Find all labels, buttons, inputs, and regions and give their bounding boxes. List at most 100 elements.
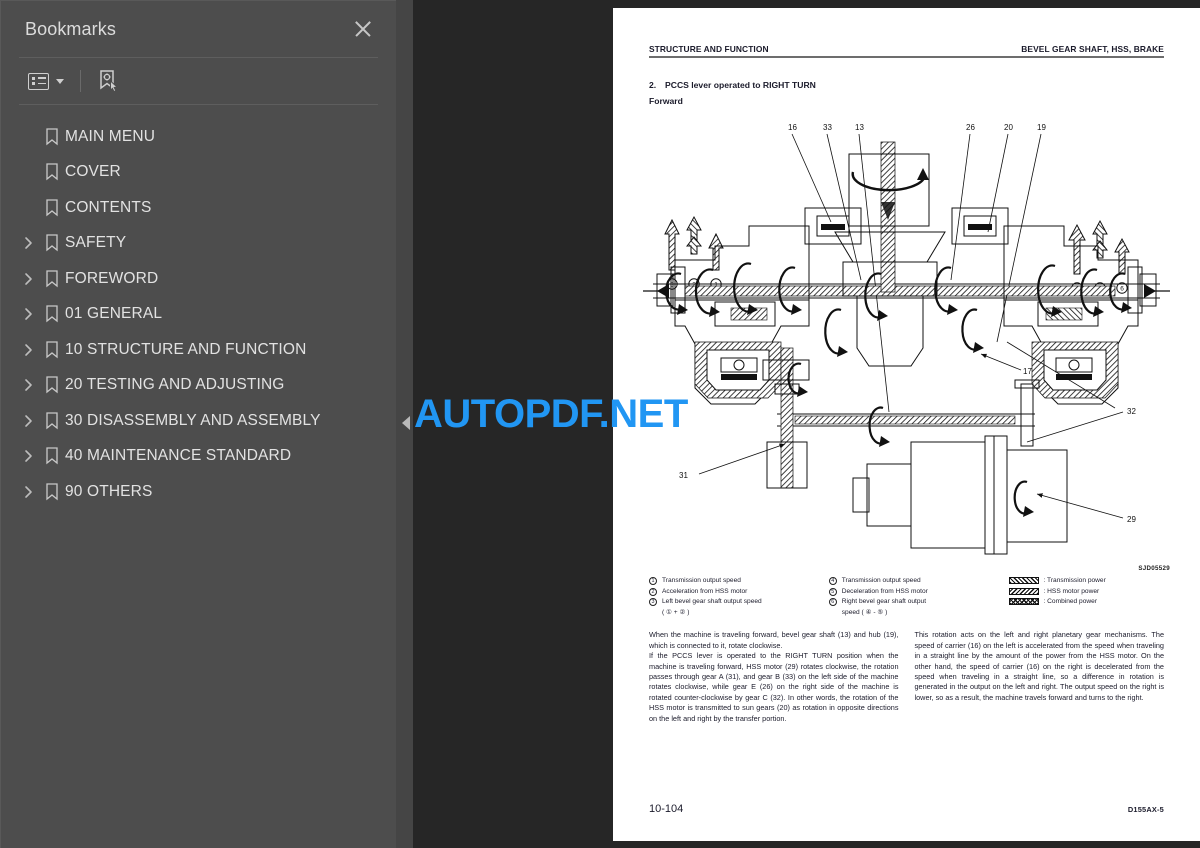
legend-column-1: 1 Transmission output speed 2 Accelerati…	[649, 576, 829, 618]
bookmark-item[interactable]: 90 OTHERS	[1, 474, 396, 510]
bookmark-options-button[interactable]	[23, 66, 69, 96]
bookmark-label: CONTENTS	[65, 198, 152, 216]
svg-text:17: 17	[1023, 367, 1032, 376]
legend-text: Transmission output speed	[662, 577, 741, 584]
legend-entry: 2 Acceleration from HSS motor	[649, 587, 819, 597]
bookmark-icon	[39, 163, 65, 181]
section-subtitle: Forward	[649, 96, 683, 106]
bookmark-icon	[39, 128, 65, 146]
swatch-transmission-power-icon	[1008, 577, 1039, 584]
svg-text:20: 20	[1004, 123, 1013, 132]
toolbar-divider	[80, 70, 81, 92]
figure-id-label: SJD05529	[1138, 565, 1170, 572]
legend-entry-continuation: speed ( ④ - ⑤ )	[829, 608, 999, 618]
legend-entry: : Combined power	[1008, 597, 1155, 607]
bookmark-item[interactable]: 40 MAINTENANCE STANDARD	[1, 439, 396, 475]
header-left-text: STRUCTURE AND FUNCTION	[649, 44, 769, 54]
bookmark-item[interactable]: MAIN MENU	[1, 119, 396, 155]
page-footer: 10-104 D155AX-5	[649, 803, 1164, 815]
bookmark-label: 30 DISASSEMBLY AND ASSEMBLY	[65, 411, 321, 429]
bookmark-label: FOREWORD	[65, 269, 159, 287]
model-number: D155AX-5	[1127, 805, 1164, 814]
bookmark-icon	[39, 270, 65, 288]
bookmark-list[interactable]: MAIN MENU COVER CONTENTS SAFETY FOREWORD…	[1, 105, 396, 848]
legend-entry: 5 Deceleration from HSS motor	[828, 587, 999, 597]
bookmarks-panel-title: Bookmarks	[25, 18, 116, 39]
bookmark-label: 40 MAINTENANCE STANDARD	[65, 447, 292, 465]
bookmark-item[interactable]: 10 STRUCTURE AND FUNCTION	[1, 332, 396, 368]
close-icon[interactable]	[350, 16, 376, 42]
expand-chevron-icon[interactable]	[19, 485, 39, 499]
technical-diagram: 16 33 13 26 20 19 3 2 1 6 32 31 29 17 SJ…	[635, 112, 1178, 572]
legend-text: : HSS motor power	[1043, 587, 1100, 595]
svg-text:13: 13	[855, 123, 864, 132]
bookmark-label: MAIN MENU	[65, 127, 156, 145]
svg-text:26: 26	[966, 123, 975, 132]
bookmark-icon	[39, 447, 65, 465]
legend-entry: 3 Left bevel gear shaft output speed	[649, 597, 819, 607]
legend-entry: : HSS motor power	[1008, 587, 1155, 597]
bookmark-icon	[39, 305, 65, 323]
legend-text: : Transmission power	[1043, 577, 1106, 584]
expand-chevron-icon[interactable]	[19, 449, 39, 463]
header-rule	[649, 56, 1164, 58]
pdf-page: STRUCTURE AND FUNCTION BEVEL GEAR SHAFT,…	[613, 8, 1200, 841]
bookmarks-header: Bookmarks	[1, 1, 396, 57]
legend-column-3: : Transmission power : HSS motor power :…	[1008, 576, 1165, 618]
legend-marker: 2	[649, 587, 662, 597]
bookmark-icon	[39, 199, 65, 217]
bookmark-item[interactable]: COVER	[1, 155, 396, 191]
legend-entry: : Transmission power	[1008, 576, 1155, 586]
swatch-combined-power-icon	[1008, 598, 1039, 606]
bookmark-icon	[39, 341, 65, 359]
expand-chevron-icon[interactable]	[19, 378, 39, 392]
new-bookmark-button[interactable]	[92, 66, 124, 96]
legend-text: Left bevel gear shaft output speed	[662, 598, 762, 606]
bookmark-item[interactable]: CONTENTS	[1, 190, 396, 226]
page-number: 10-104	[649, 803, 684, 815]
body-column-right: This rotation acts on the left and right…	[915, 630, 1165, 724]
svg-text:16: 16	[788, 123, 797, 132]
legend-marker: 3	[649, 597, 662, 607]
collapse-left-icon[interactable]	[399, 412, 413, 434]
expand-chevron-icon[interactable]	[19, 343, 39, 357]
swatch-hss-motor-power-icon	[1008, 587, 1039, 595]
bookmark-item[interactable]: 30 DISASSEMBLY AND ASSEMBLY	[1, 403, 396, 439]
legend-text: speed ( ④ - ⑤ )	[841, 608, 888, 616]
bookmark-icon	[39, 234, 65, 252]
legend-text: : Combined power	[1043, 598, 1098, 606]
bookmarks-toolbar	[1, 58, 396, 104]
bookmark-label: SAFETY	[65, 234, 127, 252]
legend-marker: 1	[649, 576, 662, 586]
bookmark-label: 01 GENERAL	[65, 305, 163, 323]
list-options-icon	[28, 72, 49, 90]
legend-column-2: 4 Transmission output speed 5 Decelerati…	[828, 576, 1009, 618]
expand-chevron-icon[interactable]	[19, 307, 39, 321]
chevron-down-icon	[56, 78, 64, 84]
bookmark-item[interactable]: FOREWORD	[1, 261, 396, 297]
bookmark-item[interactable]: 20 TESTING AND ADJUSTING	[1, 368, 396, 404]
bookmark-label: 20 TESTING AND ADJUSTING	[65, 376, 285, 394]
figure-legend: 1 Transmission output speed 2 Accelerati…	[649, 576, 1164, 618]
bookmark-icon	[39, 483, 65, 501]
header-right-text: BEVEL GEAR SHAFT, HSS, BRAKE	[1021, 44, 1164, 54]
bookmark-icon	[39, 412, 65, 430]
legend-entry: 6 Right bevel gear shaft output	[828, 597, 999, 607]
section-title: PCCS lever operated to RIGHT TURN	[665, 80, 816, 90]
bookmark-item[interactable]: 01 GENERAL	[1, 297, 396, 333]
bookmark-item[interactable]: SAFETY	[1, 226, 396, 262]
bookmark-label: 90 OTHERS	[65, 482, 153, 500]
expand-chevron-icon[interactable]	[19, 272, 39, 286]
expand-chevron-icon[interactable]	[19, 414, 39, 428]
svg-text:6: 6	[1120, 285, 1124, 292]
page-body: When the machine is traveling forward, b…	[649, 630, 1164, 724]
legend-marker: 5	[828, 587, 842, 597]
legend-entry: 4 Transmission output speed	[828, 576, 999, 586]
body-column-left: When the machine is traveling forward, b…	[649, 630, 899, 724]
expand-chevron-icon[interactable]	[19, 236, 39, 250]
svg-text:29: 29	[1127, 515, 1136, 524]
body-paragraph: If the PCCS lever is operated to the RIG…	[649, 651, 899, 723]
legend-marker: 6	[828, 597, 842, 607]
svg-text:33: 33	[823, 123, 832, 132]
section-heading: 2. PCCS lever operated to RIGHT TURN	[649, 80, 1164, 90]
